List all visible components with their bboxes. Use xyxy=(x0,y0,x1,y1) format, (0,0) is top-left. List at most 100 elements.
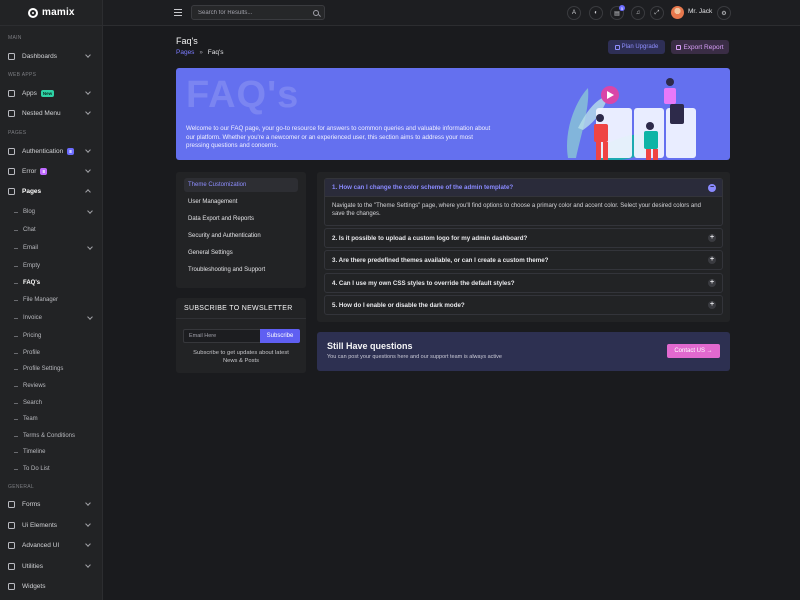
button-label: Export Report xyxy=(683,43,724,51)
newsletter-note: Subscribe to get updates about latest Ne… xyxy=(193,350,289,364)
sidebar-sub-item-faqs[interactable]: FAQ's xyxy=(14,277,40,289)
expand-icon[interactable]: + xyxy=(708,301,716,309)
upgrade-icon xyxy=(614,44,620,50)
sidebar-item-authentication[interactable]: Authentication 8 xyxy=(0,144,103,158)
theme-toggle-icon[interactable]: ◐ xyxy=(589,6,603,20)
tab-theme-customization[interactable]: Theme Customization xyxy=(184,178,298,192)
expand-icon[interactable]: + xyxy=(708,256,716,264)
language-icon[interactable]: A xyxy=(567,6,581,20)
tab-troubleshooting-support[interactable]: Troubleshooting and Support xyxy=(184,263,298,277)
faq-question-button[interactable]: 5. How do I enable or disable the dark m… xyxy=(325,296,722,314)
sidebar-sub-item-file-manager[interactable]: File Manager xyxy=(14,294,58,306)
user-name[interactable]: Mr. Jack xyxy=(688,8,712,15)
newsletter-email-input[interactable] xyxy=(183,329,260,343)
sidebar-item-widgets[interactable]: Widgets xyxy=(0,579,103,593)
arrow-right-icon: → xyxy=(706,348,713,354)
notification-bell-icon[interactable]: ♫ xyxy=(631,6,645,20)
sidebar-sub-item-profile[interactable]: Profile xyxy=(14,347,40,359)
banner-watermark: FAQ's xyxy=(186,74,300,116)
hamburger-menu-icon[interactable] xyxy=(174,9,182,16)
faq-question-button[interactable]: 4. Can I use my own CSS styles to overri… xyxy=(325,274,722,292)
chevron-down-icon xyxy=(85,562,91,568)
sidebar-sub-item-todo[interactable]: To Do List xyxy=(14,463,50,475)
sidebar-sub-item-terms[interactable]: Terms & Conditions xyxy=(14,430,75,442)
error-icon xyxy=(8,167,15,175)
faq-question-button[interactable]: 1. How can I change the color scheme of … xyxy=(325,179,722,197)
sidebar-sub-item-email[interactable]: Email xyxy=(14,242,93,254)
sidebar-sub-item-search[interactable]: Search xyxy=(14,397,42,409)
expand-icon[interactable]: + xyxy=(708,279,716,287)
settings-gear-icon[interactable]: ⚙ xyxy=(717,6,731,20)
export-report-button[interactable]: Export Report xyxy=(671,40,729,54)
contact-us-button[interactable]: Contact US → xyxy=(667,344,720,358)
button-label: Contact US xyxy=(674,348,705,354)
sidebar-sub-item-timeline[interactable]: Timeline xyxy=(14,446,45,458)
sidebar-sub-item-invoice[interactable]: Invoice xyxy=(14,312,93,324)
newsletter-form: Subscribe xyxy=(183,329,300,343)
cart-count-badge: 5 xyxy=(619,5,625,11)
cart-icon[interactable]: ▤ 5 xyxy=(610,5,625,20)
logo-icon xyxy=(28,7,38,18)
home-icon xyxy=(8,52,15,60)
sidebar-item-label: Forms xyxy=(22,500,41,508)
tab-user-management[interactable]: User Management xyxy=(184,195,298,209)
sub-item-label: Search xyxy=(23,400,43,406)
banner-description: Welcome to our FAQ page, your go-to reso… xyxy=(186,125,491,150)
breadcrumb-link-pages[interactable]: Pages xyxy=(176,49,194,56)
sidebar-item-label: Error xyxy=(22,167,37,175)
sidebar-item-error[interactable]: Error 8 xyxy=(0,164,103,178)
sidebar-sub-item-profile-settings[interactable]: Profile Settings xyxy=(14,363,63,375)
newsletter-title: SUBSCRIBE TO NEWSLETTER xyxy=(176,298,306,319)
sidebar-sub-item-team[interactable]: Team xyxy=(14,413,38,425)
sidebar-item-dashboards[interactable]: Dashboards xyxy=(0,49,103,63)
expand-icon[interactable]: + xyxy=(708,234,716,242)
sub-item-label: Email xyxy=(23,245,39,251)
faq-question-button[interactable]: 3. Are there predefined themes available… xyxy=(325,251,722,269)
sidebar-item-forms[interactable]: Forms xyxy=(0,497,103,511)
pages-icon xyxy=(8,187,15,195)
count-badge: 8 xyxy=(67,147,74,155)
logo[interactable]: mamix xyxy=(0,0,102,26)
faq-item: 1. How can I change the color scheme of … xyxy=(324,178,723,226)
subscribe-button[interactable]: Subscribe xyxy=(260,329,300,343)
search-input[interactable] xyxy=(198,9,308,16)
sub-item-label: Team xyxy=(23,416,38,422)
faq-banner: FAQ's Welcome to our FAQ page, your go-t… xyxy=(176,68,730,160)
sub-item-label: Timeline xyxy=(23,449,46,455)
faq-question: 4. Can I use my own CSS styles to overri… xyxy=(332,279,515,287)
sidebar-sub-item-reviews[interactable]: Reviews xyxy=(14,380,46,392)
sidebar-item-utilities[interactable]: Utilities xyxy=(0,559,103,573)
chevron-down-icon xyxy=(85,521,91,527)
sub-item-label: Reviews xyxy=(23,383,46,389)
faq-question-button[interactable]: 2. Is it possible to upload a custom log… xyxy=(325,229,722,247)
plan-upgrade-button[interactable]: Plan Upgrade xyxy=(608,40,665,54)
sidebar-item-pages[interactable]: Pages xyxy=(0,184,103,198)
collapse-icon[interactable]: − xyxy=(708,184,716,192)
sidebar-item-apps[interactable]: Apps New xyxy=(0,86,103,100)
avatar[interactable] xyxy=(671,6,684,19)
advanced-ui-icon xyxy=(8,541,15,549)
chevron-down-icon xyxy=(87,208,93,214)
sidebar-sub-item-chat[interactable]: Chat xyxy=(14,224,36,236)
search-icon[interactable] xyxy=(313,10,319,16)
sidebar-sub-item-blog[interactable]: Blog xyxy=(14,206,93,218)
tab-security-authentication[interactable]: Security and Authentication xyxy=(184,229,298,243)
chevron-down-icon xyxy=(85,109,91,115)
chevron-down-icon xyxy=(85,89,91,95)
sidebar-item-advanced-ui[interactable]: Advanced UI xyxy=(0,538,103,552)
sidebar-item-ui-elements[interactable]: Ui Elements xyxy=(0,518,103,532)
sidebar-sub-item-pricing[interactable]: Pricing xyxy=(14,330,41,342)
sub-item-label: File Manager xyxy=(23,297,59,303)
search-box[interactable] xyxy=(191,5,325,20)
fullscreen-icon[interactable]: ⤢ xyxy=(650,6,664,20)
tab-general-settings[interactable]: General Settings xyxy=(184,246,298,260)
apps-icon xyxy=(8,89,15,97)
sidebar-item-nested-menu[interactable]: Nested Menu xyxy=(0,106,103,120)
sidebar-sub-item-empty[interactable]: Empty xyxy=(14,260,40,272)
sub-item-label: Pricing xyxy=(23,333,42,339)
faq-question: 2. Is it possible to upload a custom log… xyxy=(332,234,528,242)
cta-title: Still Have questions xyxy=(327,341,413,351)
tab-data-export-reports[interactable]: Data Export and Reports xyxy=(184,212,298,226)
chevron-up-icon xyxy=(85,189,91,195)
faq-question: 5. How do I enable or disable the dark m… xyxy=(332,301,465,309)
